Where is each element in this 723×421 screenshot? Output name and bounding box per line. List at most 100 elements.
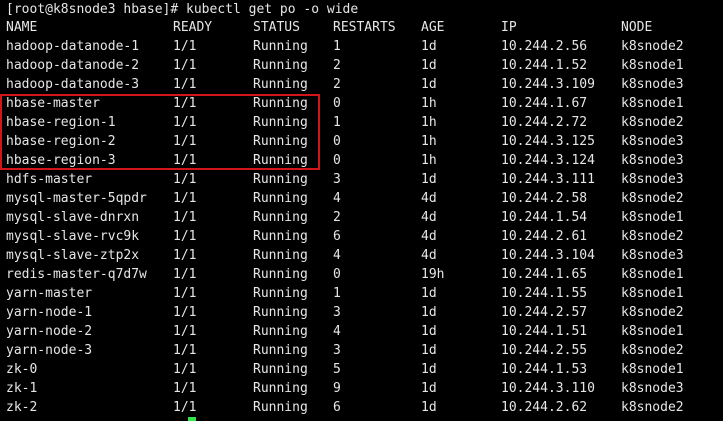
cell-restarts: 5 <box>333 362 341 377</box>
cell-restarts: 1 <box>333 39 341 54</box>
table-row: zk-1 1/1 Running 9 1d 10.244.3.110 k8snode3 <box>0 379 723 398</box>
table-row: zk-2 1/1 Running 6 1d 10.244.2.62 k8snode2 <box>0 398 723 417</box>
cell-name: hadoop-datanode-1 <box>6 39 140 54</box>
cell-name: mysql-slave-ztp2x <box>6 248 140 263</box>
cell-ready: 1/1 <box>173 58 197 73</box>
cell-restarts: 6 <box>333 229 341 244</box>
cell-ready: 1/1 <box>173 77 197 92</box>
cell-node: k8snode2 <box>621 191 684 206</box>
cell-name: yarn-node-2 <box>6 324 93 339</box>
shell-prompt: [root@k8snode3 hbase]# <box>6 2 179 17</box>
cell-ready: 1/1 <box>173 400 197 415</box>
cell-ready: 1/1 <box>173 172 197 187</box>
cell-ip: 10.244.3.124 <box>501 153 595 168</box>
cell-ip: 10.244.1.51 <box>501 324 588 339</box>
cell-node: k8snode3 <box>621 172 684 187</box>
cell-ready: 1/1 <box>173 324 197 339</box>
cell-ip: 10.244.1.67 <box>501 96 588 111</box>
table-row: redis-master-q7d7w 1/1 Running 0 19h 10.244.1… <box>0 265 723 284</box>
cell-ip: 10.244.1.54 <box>501 210 588 225</box>
header-ip: IP <box>501 20 517 35</box>
cell-status: Running <box>253 324 308 339</box>
cell-ip: 10.244.2.72 <box>501 115 588 130</box>
cell-restarts: 2 <box>333 77 341 92</box>
cell-node: k8snode2 <box>621 305 684 320</box>
cell-node: k8snode1 <box>621 362 684 377</box>
cell-status: Running <box>253 191 308 206</box>
cell-node: k8snode1 <box>621 58 684 73</box>
cell-age: 1h <box>421 153 437 168</box>
cell-node: k8snode1 <box>621 324 684 339</box>
cell-age: 4d <box>421 248 437 263</box>
table-row: yarn-node-2 1/1 Running 4 1d 10.244.1.51 k8sno… <box>0 322 723 341</box>
cell-node: k8snode1 <box>621 96 684 111</box>
cell-status: Running <box>253 400 308 415</box>
cell-age: 1d <box>421 172 437 187</box>
table-row: hdfs-master 1/1 Running 3 1d 10.244.3.111 k8sn… <box>0 170 723 189</box>
cell-status: Running <box>253 229 308 244</box>
cell-name: zk-1 <box>6 381 38 396</box>
cell-restarts: 4 <box>333 248 341 263</box>
cell-age: 1d <box>421 77 437 92</box>
cell-status: Running <box>253 210 308 225</box>
cell-ip: 10.244.1.53 <box>501 362 588 377</box>
cell-restarts: 3 <box>333 305 341 320</box>
cell-name: mysql-slave-dnrxn <box>6 210 140 225</box>
cell-restarts: 0 <box>333 134 341 149</box>
cell-ip: 10.244.1.55 <box>501 286 588 301</box>
cell-status: Running <box>253 381 308 396</box>
cell-node: k8snode1 <box>621 210 684 225</box>
table-row: zk-0 1/1 Running 5 1d 10.244.1.53 k8snode1 <box>0 360 723 379</box>
command-line: [root@k8snode3 hbase]# kubectl get po -o… <box>6 0 358 19</box>
cell-restarts: 3 <box>333 172 341 187</box>
cell-status: Running <box>253 267 308 282</box>
table-row: hadoop-datanode-3 1/1 Running 2 1d 10.244.3.1… <box>0 75 723 94</box>
table-row: yarn-node-3 1/1 Running 3 1d 10.244.2.55 k8sno… <box>0 341 723 360</box>
hbase-highlight-box <box>0 94 320 170</box>
cell-ready: 1/1 <box>173 229 197 244</box>
cell-status: Running <box>253 286 308 301</box>
cell-restarts: 6 <box>333 400 341 415</box>
cell-ip: 10.244.1.52 <box>501 58 588 73</box>
cell-node: k8snode1 <box>621 267 684 282</box>
cell-ready: 1/1 <box>173 210 197 225</box>
cell-ip: 10.244.3.125 <box>501 134 595 149</box>
cell-status: Running <box>253 58 308 73</box>
cell-node: k8snode2 <box>621 115 684 130</box>
table-row: hadoop-datanode-2 1/1 Running 2 1d 10.244.1.5… <box>0 56 723 75</box>
cell-status: Running <box>253 172 308 187</box>
cell-name: redis-master-q7d7w <box>6 267 147 282</box>
cell-node: k8snode3 <box>621 248 684 263</box>
cell-age: 1d <box>421 400 437 415</box>
header-name: NAME <box>6 20 38 35</box>
cell-ip: 10.244.2.58 <box>501 191 588 206</box>
cell-ready: 1/1 <box>173 39 197 54</box>
cell-name: yarn-master <box>6 286 93 301</box>
cell-age: 4d <box>421 229 437 244</box>
cell-age: 1h <box>421 134 437 149</box>
cell-ip: 10.244.2.57 <box>501 305 588 320</box>
cell-restarts: 0 <box>333 267 341 282</box>
cell-ip: 10.244.2.55 <box>501 343 588 358</box>
cell-restarts: 0 <box>333 96 341 111</box>
cell-ready: 1/1 <box>173 286 197 301</box>
cell-age: 1d <box>421 381 437 396</box>
cell-age: 1h <box>421 115 437 130</box>
cell-name: hadoop-datanode-3 <box>6 77 140 92</box>
cell-age: 1d <box>421 305 437 320</box>
cell-age: 1d <box>421 286 437 301</box>
terminal-window[interactable]: [root@k8snode3 hbase]# kubectl get po -o… <box>0 0 723 421</box>
cell-ready: 1/1 <box>173 343 197 358</box>
cell-name: hdfs-master <box>6 172 93 187</box>
cell-status: Running <box>253 39 308 54</box>
cell-age: 1d <box>421 362 437 377</box>
cell-age: 1d <box>421 39 437 54</box>
cell-node: k8snode3 <box>621 153 684 168</box>
cell-ip: 10.244.2.56 <box>501 39 588 54</box>
cell-restarts: 2 <box>333 210 341 225</box>
cell-ip: 10.244.2.61 <box>501 229 588 244</box>
table-row: mysql-slave-ztp2x 1/1 Running 4 4d 10.244.3.1… <box>0 246 723 265</box>
header-ready: READY <box>173 20 213 35</box>
cell-restarts: 0 <box>333 153 341 168</box>
cell-ready: 1/1 <box>173 248 197 263</box>
